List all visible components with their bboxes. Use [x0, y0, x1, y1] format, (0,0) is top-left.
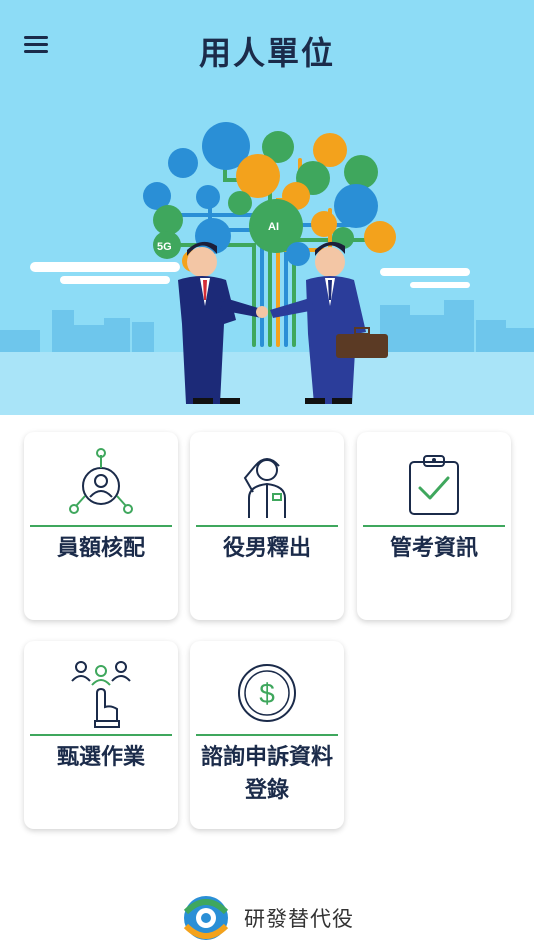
menu-card-label: 管考資訊 — [389, 536, 478, 561]
tree-label-5g: 5G — [157, 241, 172, 253]
soldier-salute-icon — [190, 442, 344, 526]
card-divider — [196, 734, 338, 736]
tree-label-ai: AI — [268, 221, 279, 233]
menu-card-consultation-complaint[interactable]: $ 諮詢申訴資料登錄 — [190, 641, 344, 829]
card-divider — [196, 525, 338, 527]
menu-card-selection-process[interactable]: 甄選作業 — [24, 641, 178, 829]
select-person-icon — [24, 651, 178, 735]
menu-card-label: 役男釋出 — [222, 536, 311, 561]
menu-card-quota-allocation[interactable]: 員額核配 — [24, 432, 178, 620]
footer-brand-name: 研發替代役 — [244, 907, 354, 931]
menu-card-label: 員額核配 — [56, 536, 145, 561]
card-divider — [30, 734, 172, 736]
dollar-coin-icon: $ — [190, 651, 344, 735]
user-network-icon — [24, 442, 178, 526]
svg-text:$: $ — [259, 678, 275, 709]
research-substitute-service-logo — [183, 896, 229, 940]
page-title: 用人單位 — [198, 34, 335, 72]
card-divider — [363, 525, 505, 527]
menu-card-label: 甄選作業 — [56, 745, 145, 770]
menu-card-label: 諮詢申訴資料登錄 — [200, 745, 333, 803]
footer-brand: 研發替代役 — [0, 888, 534, 948]
menu-card-conscript-release[interactable]: 役男釋出 — [190, 432, 344, 620]
menu-card-management-info[interactable]: 管考資訊 — [357, 432, 511, 620]
clipboard-check-icon — [357, 442, 511, 526]
hero-banner: 5G AI 用人單位 — [0, 0, 534, 415]
card-divider — [30, 525, 172, 527]
